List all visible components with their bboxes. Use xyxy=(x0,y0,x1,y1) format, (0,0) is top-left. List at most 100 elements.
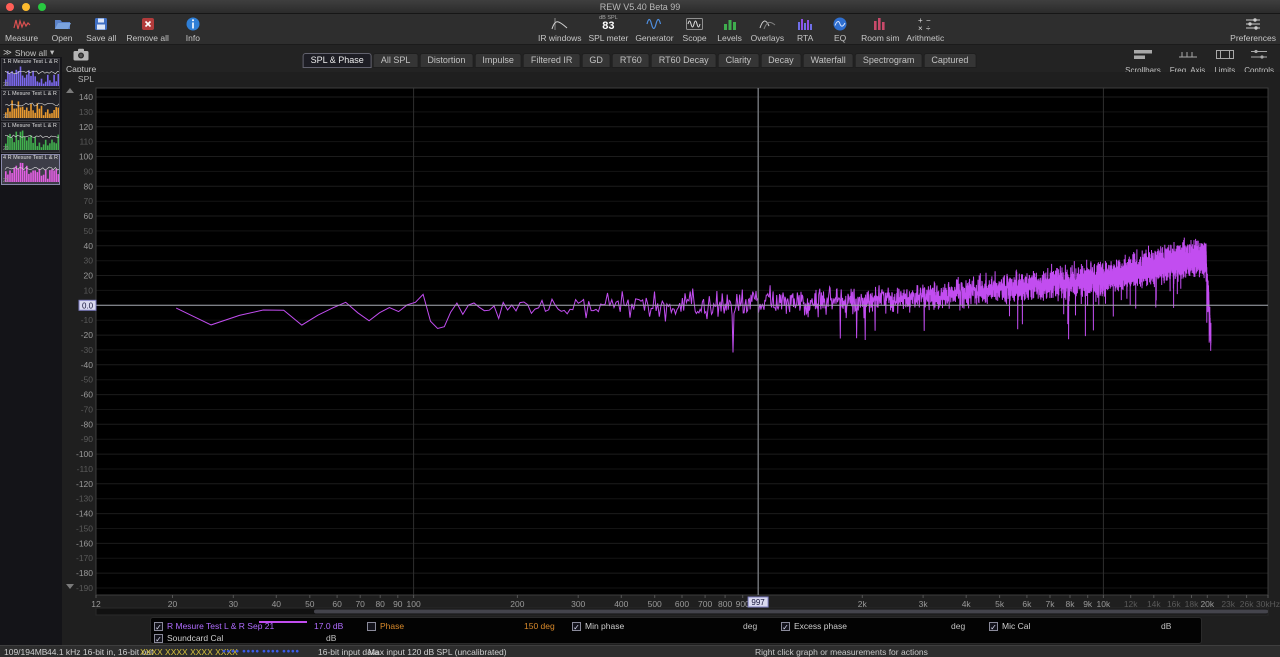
save-all-button[interactable]: Save all xyxy=(86,16,116,43)
measurement-item-3[interactable]: 3 L Mesure Test L & R20 xyxy=(1,122,60,153)
zoom-window-button[interactable] xyxy=(38,3,46,11)
x-scrollbar-thumb[interactable] xyxy=(314,610,1268,614)
checkbox-icon[interactable]: ✓ xyxy=(989,622,998,631)
arithmetic-icon: +−×÷ xyxy=(917,16,933,32)
controls-button[interactable]: Controls xyxy=(1244,47,1274,75)
checkbox-icon[interactable]: ✓ xyxy=(154,634,163,643)
toolbar-label: Info xyxy=(186,33,200,43)
rta-button[interactable]: RTA xyxy=(791,16,819,43)
measurement-thumbnail xyxy=(3,66,59,87)
y-tick-label: -60 xyxy=(81,390,94,400)
toolbar-label: Generator xyxy=(635,33,673,43)
legend-checkbox-soundcard-cal[interactable]: ✓Soundcard Cal xyxy=(154,633,223,643)
levels-button[interactable]: Levels xyxy=(716,16,744,43)
rta-icon xyxy=(797,16,813,32)
legend-checkbox-mic-cal[interactable]: ✓Mic Cal xyxy=(989,621,1030,631)
freq-axis-button[interactable]: Freq. Axis xyxy=(1170,47,1206,75)
y-tick-label: -10 xyxy=(81,315,94,325)
measurement-label: 1 R Mesure Test L & R xyxy=(3,59,58,65)
y-tick-label: 130 xyxy=(79,107,93,117)
legend-checkbox-r-mesure-test-l-r-sep-21[interactable]: ✓R Mesure Test L & R Sep 21 xyxy=(154,621,274,631)
tab-waterfall[interactable]: Waterfall xyxy=(803,53,854,68)
legend-checkbox-phase[interactable]: Phase xyxy=(367,621,404,631)
measurement-item-4[interactable]: 4 R Mesure Test L & R20 xyxy=(1,154,60,185)
info-button[interactable]: Info xyxy=(179,16,207,43)
tab-clarity[interactable]: Clarity xyxy=(718,53,760,68)
checkbox-icon[interactable] xyxy=(367,622,376,631)
spl-meter-value: 83 xyxy=(602,21,614,32)
measurement-item-1[interactable]: 1 R Mesure Test L & R20 xyxy=(1,58,60,89)
graph-tools: Scrollbars Freq. Axis Limits Controls xyxy=(1125,47,1274,75)
tab-filtered-ir[interactable]: Filtered IR xyxy=(523,53,581,68)
ir-windows-button[interactable]: IR windows xyxy=(538,16,581,43)
tab-distortion[interactable]: Distortion xyxy=(419,53,473,68)
eq-button[interactable]: EQ xyxy=(826,16,854,43)
tab-rt60-decay[interactable]: RT60 Decay xyxy=(651,53,717,68)
close-window-button[interactable] xyxy=(6,3,14,11)
legend-value: deg xyxy=(743,621,757,631)
spl-chart[interactable]: 1401301201101009080706050403020100-10-20… xyxy=(62,72,1280,617)
y-tick-label: -40 xyxy=(81,360,94,370)
capture-button[interactable]: Capture xyxy=(66,48,96,74)
legend-value: dB xyxy=(1161,621,1171,631)
thumbnail-axis-hint: 20 xyxy=(3,114,9,120)
tab-spl-phase[interactable]: SPL & Phase xyxy=(303,53,372,68)
scroll-up-arrow[interactable] xyxy=(66,88,74,93)
status-max-input: Max input 120 dB SPL (uncalibrated) xyxy=(368,647,507,657)
arithmetic-button[interactable]: +−×÷Arithmetic xyxy=(906,16,944,43)
remove-all-button[interactable]: Remove all xyxy=(126,16,169,43)
y-tick-label: 80 xyxy=(84,181,94,191)
preferences-button[interactable]: Preferences xyxy=(1230,16,1276,43)
checkbox-icon[interactable]: ✓ xyxy=(154,622,163,631)
scrollbars-button[interactable]: Scrollbars xyxy=(1125,47,1161,75)
plot-background[interactable] xyxy=(96,88,1268,595)
y-tick-label: -100 xyxy=(76,449,93,459)
y-tick-label: -130 xyxy=(76,494,93,504)
overlays-button[interactable]: Overlays xyxy=(751,16,785,43)
y-tick-label: -90 xyxy=(81,434,94,444)
y-tick-label: -120 xyxy=(76,479,93,489)
tab-impulse[interactable]: Impulse xyxy=(474,53,522,68)
open-button[interactable]: Open xyxy=(48,16,76,43)
toolbar-label: EQ xyxy=(834,33,846,43)
tab-rt60[interactable]: RT60 xyxy=(612,53,650,68)
toolbar-label: RTA xyxy=(797,33,813,43)
tab-all-spl[interactable]: All SPL xyxy=(373,53,419,68)
measurement-thumbnail xyxy=(3,98,59,119)
tab-decay[interactable]: Decay xyxy=(760,53,802,68)
scroll-down-arrow[interactable] xyxy=(66,584,74,589)
thumbnail-axis-hint: 20 xyxy=(3,146,9,152)
scope-button[interactable]: Scope xyxy=(681,16,709,43)
legend-checkbox-min-phase[interactable]: ✓Min phase xyxy=(572,621,624,631)
legend-checkbox-excess-phase[interactable]: ✓Excess phase xyxy=(781,621,847,631)
legend-value: 150 deg xyxy=(524,621,555,631)
tab-spectrogram[interactable]: Spectrogram xyxy=(855,53,923,68)
graph-tab-bar: SPL & PhaseAll SPLDistortionImpulseFilte… xyxy=(303,53,978,68)
checkbox-icon[interactable]: ✓ xyxy=(572,622,581,631)
y-tick-label: 50 xyxy=(84,226,94,236)
window-controls xyxy=(6,3,46,11)
remove-icon xyxy=(140,16,156,32)
tab-gd[interactable]: GD xyxy=(581,53,611,68)
measure-button[interactable]: Measure xyxy=(5,16,38,43)
y-tick-label: 110 xyxy=(79,137,93,147)
status-sample-rate: 44.1 kHz 16-bit in, 16-bit out xyxy=(47,647,153,657)
window-title: REW V5.40 Beta 99 xyxy=(0,0,1280,14)
preferences-icon xyxy=(1245,16,1261,32)
minimize-window-button[interactable] xyxy=(22,3,30,11)
info-icon xyxy=(185,16,201,32)
trace-color-swatch xyxy=(259,621,307,623)
y-tick-label: 100 xyxy=(79,152,93,162)
y-tick-label: 40 xyxy=(84,241,94,251)
y-tick-label: -140 xyxy=(76,509,93,519)
limits-button[interactable]: Limits xyxy=(1214,47,1235,75)
toolbar-label: Arithmetic xyxy=(906,33,944,43)
room-sim-button[interactable]: Room sim xyxy=(861,16,899,43)
generator-button[interactable]: Generator xyxy=(635,16,673,43)
spl-meter-button[interactable]: dB SPL83SPL meter xyxy=(588,16,628,43)
svg-text:×: × xyxy=(918,24,923,32)
tab-captured[interactable]: Captured xyxy=(923,53,976,68)
checkbox-icon[interactable]: ✓ xyxy=(781,622,790,631)
measurement-item-2[interactable]: 2 L Mesure Test L & R20 xyxy=(1,90,60,121)
save-icon xyxy=(93,16,109,32)
